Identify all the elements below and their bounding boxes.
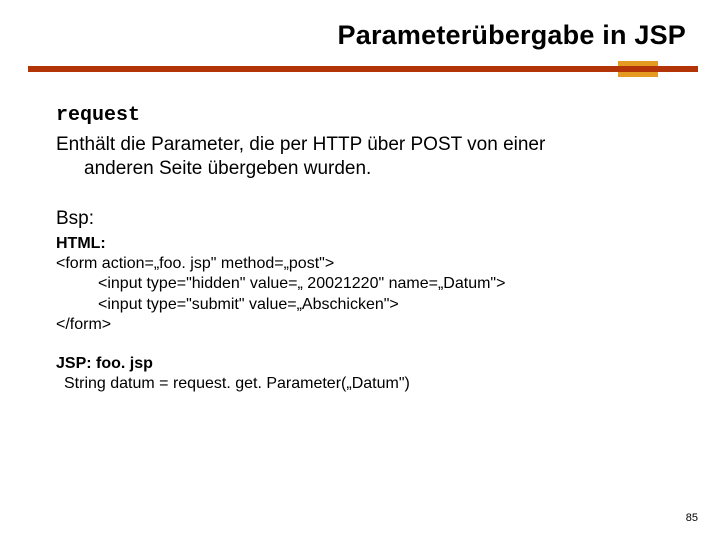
title-area: Parameterübergabe in JSP bbox=[0, 0, 720, 51]
description-line2: anderen Seite übergeben wurden. bbox=[56, 157, 664, 181]
spacer bbox=[56, 336, 664, 350]
title-rule bbox=[0, 63, 720, 77]
html-code-line-4: </form> bbox=[56, 315, 664, 335]
html-code-block: HTML: <form action=„foo. jsp" method=„po… bbox=[56, 234, 664, 336]
html-code-line-3: <input type="submit" value=„Abschicken"> bbox=[56, 295, 664, 315]
html-code-line-1: <form action=„foo. jsp" method=„post"> bbox=[56, 254, 664, 274]
slide: Parameterübergabe in JSP request Enthält… bbox=[0, 0, 720, 540]
spacer bbox=[56, 181, 664, 207]
html-label: HTML: bbox=[56, 235, 106, 252]
keyword-request: request bbox=[56, 103, 664, 129]
example-label: Bsp: bbox=[56, 207, 664, 231]
jsp-code-block: JSP: foo. jsp String datum = request. ge… bbox=[56, 354, 664, 395]
rule-line bbox=[28, 66, 698, 72]
description: Enthält die Parameter, die per HTTP über… bbox=[56, 133, 664, 182]
slide-title: Parameterübergabe in JSP bbox=[28, 20, 692, 51]
page-number: 85 bbox=[686, 512, 698, 524]
html-code-line-2: <input type="hidden" value=„ 20021220" n… bbox=[56, 274, 664, 294]
jsp-label: JSP: foo. jsp bbox=[56, 355, 153, 372]
slide-body: request Enthält die Parameter, die per H… bbox=[0, 77, 720, 395]
jsp-code-line: String datum = request. get. Parameter(„… bbox=[56, 374, 664, 394]
description-line1: Enthält die Parameter, die per HTTP über… bbox=[56, 133, 664, 157]
